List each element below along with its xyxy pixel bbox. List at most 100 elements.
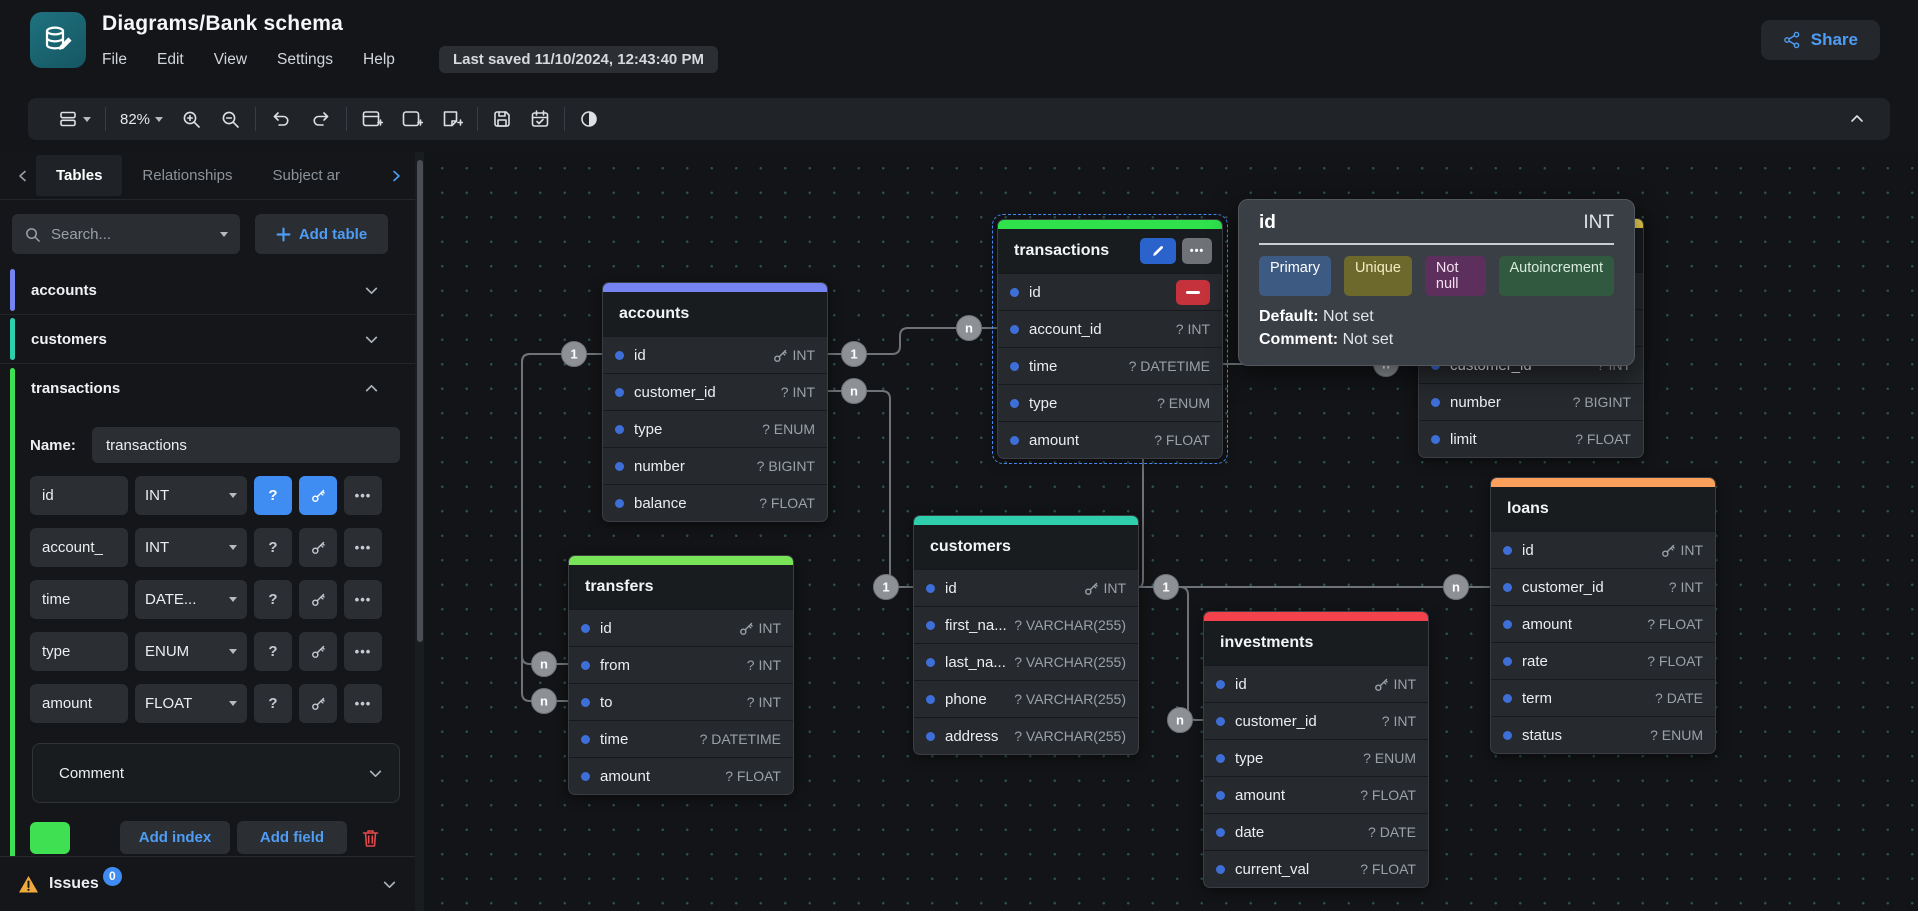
diagram-table-transactions[interactable]: transactions••• id account_id? INT time?… (997, 219, 1223, 459)
zoom-in-button[interactable] (181, 109, 202, 130)
add-table-sidebar-button[interactable]: Add table (255, 214, 388, 254)
menu-edit[interactable]: Edit (157, 51, 184, 69)
comment-section[interactable]: Comment (32, 743, 400, 803)
table-field-row[interactable]: idINT (603, 336, 827, 373)
table-field-row[interactable]: limit? FLOAT (1419, 420, 1643, 457)
table-field-row[interactable]: time? DATETIME (569, 720, 793, 757)
table-field-row[interactable]: rate? FLOAT (1491, 642, 1715, 679)
relationship-edge[interactable] (828, 391, 913, 587)
table-field-row[interactable]: date? DATE (1204, 813, 1428, 850)
sidebar-item-accounts[interactable]: accounts (0, 266, 415, 315)
table-header[interactable]: transactions••• (998, 229, 1222, 273)
diagram-table-investments[interactable]: investments idINT customer_id? INT type?… (1203, 611, 1429, 888)
table-field-row[interactable]: amount? FLOAT (1204, 776, 1428, 813)
table-field-row[interactable]: phone? VARCHAR(255) (914, 680, 1138, 717)
table-field-row[interactable]: address? VARCHAR(255) (914, 717, 1138, 754)
field-type-select[interactable]: ENUM (135, 632, 247, 671)
table-field-row[interactable]: account_id? INT (998, 310, 1222, 347)
field-type-select[interactable]: INT (135, 528, 247, 567)
nullable-toggle-button[interactable]: ? (254, 684, 292, 723)
theme-toggle-button[interactable] (579, 109, 599, 129)
table-more-button[interactable]: ••• (1182, 238, 1212, 264)
field-name-input[interactable]: id (30, 476, 128, 515)
table-field-row[interactable]: to? INT (569, 683, 793, 720)
table-field-row[interactable]: from? INT (569, 646, 793, 683)
table-field-row[interactable]: type? ENUM (998, 384, 1222, 421)
share-button[interactable]: Share (1761, 20, 1880, 60)
add-area-button[interactable] (401, 109, 423, 129)
field-name-input[interactable]: type (30, 632, 128, 671)
table-field-row[interactable]: time? DATETIME (998, 347, 1222, 384)
table-field-row[interactable]: customer_id? INT (1491, 568, 1715, 605)
primary-key-toggle-button[interactable] (299, 580, 337, 619)
diagram-table-loans[interactable]: loans idINT customer_id? INT amount? FLO… (1490, 477, 1716, 754)
primary-key-toggle-button[interactable] (299, 632, 337, 671)
table-field-row[interactable]: term? DATE (1491, 679, 1715, 716)
todo-button[interactable] (530, 109, 550, 129)
field-name-input[interactable]: amount (30, 684, 128, 723)
search-input[interactable]: Search... (12, 214, 240, 254)
nullable-toggle-button[interactable]: ? (254, 580, 292, 619)
table-field-row[interactable]: status? ENUM (1491, 716, 1715, 753)
table-header[interactable]: transfers (569, 565, 793, 609)
menu-help[interactable]: Help (363, 51, 395, 69)
nullable-toggle-button[interactable]: ? (254, 632, 292, 671)
tabs-scroll-right[interactable] (383, 169, 409, 183)
sidebar-scrollbar[interactable] (415, 152, 424, 911)
add-table-button[interactable] (361, 109, 383, 129)
table-field-row[interactable]: id (998, 273, 1222, 310)
scrollbar-thumb[interactable] (417, 160, 423, 642)
field-type-select[interactable]: DATE... (135, 580, 247, 619)
field-more-button[interactable]: ••• (344, 476, 382, 515)
table-field-row[interactable]: idINT (914, 569, 1138, 606)
tab-subject-areas[interactable]: Subject ar (252, 155, 348, 196)
primary-key-toggle-button[interactable] (299, 684, 337, 723)
delete-field-button[interactable] (1176, 280, 1210, 305)
zoom-out-button[interactable] (220, 109, 241, 130)
table-field-row[interactable]: first_na...? VARCHAR(255) (914, 606, 1138, 643)
diagram-canvas[interactable]: 1nn1nn11nnn accounts idINT customer_id? … (424, 152, 1918, 911)
sidebar-item-transactions[interactable]: transactions (0, 364, 415, 413)
save-button[interactable] (492, 109, 512, 129)
table-field-row[interactable]: customer_id? INT (1204, 702, 1428, 739)
table-field-row[interactable]: number? BIGINT (1419, 383, 1643, 420)
menu-file[interactable]: File (102, 51, 127, 69)
undo-button[interactable] (270, 109, 292, 129)
table-header[interactable]: investments (1204, 621, 1428, 665)
field-more-button[interactable]: ••• (344, 580, 382, 619)
diagram-table-transfers[interactable]: transfers idINT from? INT to? INT time? … (568, 555, 794, 795)
add-field-button[interactable]: Add field (237, 821, 347, 854)
table-header[interactable]: accounts (603, 292, 827, 336)
primary-key-toggle-button[interactable] (299, 476, 337, 515)
table-field-row[interactable]: type? ENUM (1204, 739, 1428, 776)
tab-relationships[interactable]: Relationships (122, 155, 252, 196)
field-name-input[interactable]: account_ (30, 528, 128, 567)
diagram-table-customers[interactable]: customers idINT first_na...? VARCHAR(255… (913, 515, 1139, 755)
table-field-row[interactable]: amount? FLOAT (1491, 605, 1715, 642)
table-name-input[interactable]: transactions (92, 427, 400, 463)
table-field-row[interactable]: amount? FLOAT (998, 421, 1222, 458)
diagram-table-accounts[interactable]: accounts idINT customer_id? INT type? EN… (602, 282, 828, 522)
table-color-swatch[interactable] (30, 822, 70, 854)
toolbar-collapse-button[interactable] (1848, 110, 1874, 128)
table-field-row[interactable]: current_val? FLOAT (1204, 850, 1428, 887)
table-field-row[interactable]: customer_id? INT (603, 373, 827, 410)
add-index-button[interactable]: Add index (120, 821, 230, 854)
menu-view[interactable]: View (214, 51, 247, 69)
zoom-level-dropdown[interactable]: 82% (120, 111, 163, 128)
issues-bar[interactable]: Issues 0 (0, 856, 415, 911)
nullable-toggle-button[interactable]: ? (254, 528, 292, 567)
table-field-row[interactable]: balance? FLOAT (603, 484, 827, 521)
field-more-button[interactable]: ••• (344, 684, 382, 723)
field-type-select[interactable]: FLOAT (135, 684, 247, 723)
tab-tables[interactable]: Tables (36, 155, 122, 196)
table-field-row[interactable]: number? BIGINT (603, 447, 827, 484)
table-field-row[interactable]: last_na...? VARCHAR(255) (914, 643, 1138, 680)
field-more-button[interactable]: ••• (344, 528, 382, 567)
tabs-scroll-left[interactable] (10, 169, 36, 183)
table-field-row[interactable]: idINT (569, 609, 793, 646)
sidebar-item-customers[interactable]: customers (0, 315, 415, 364)
add-note-button[interactable] (441, 109, 463, 129)
table-field-row[interactable]: type? ENUM (603, 410, 827, 447)
primary-key-toggle-button[interactable] (299, 528, 337, 567)
